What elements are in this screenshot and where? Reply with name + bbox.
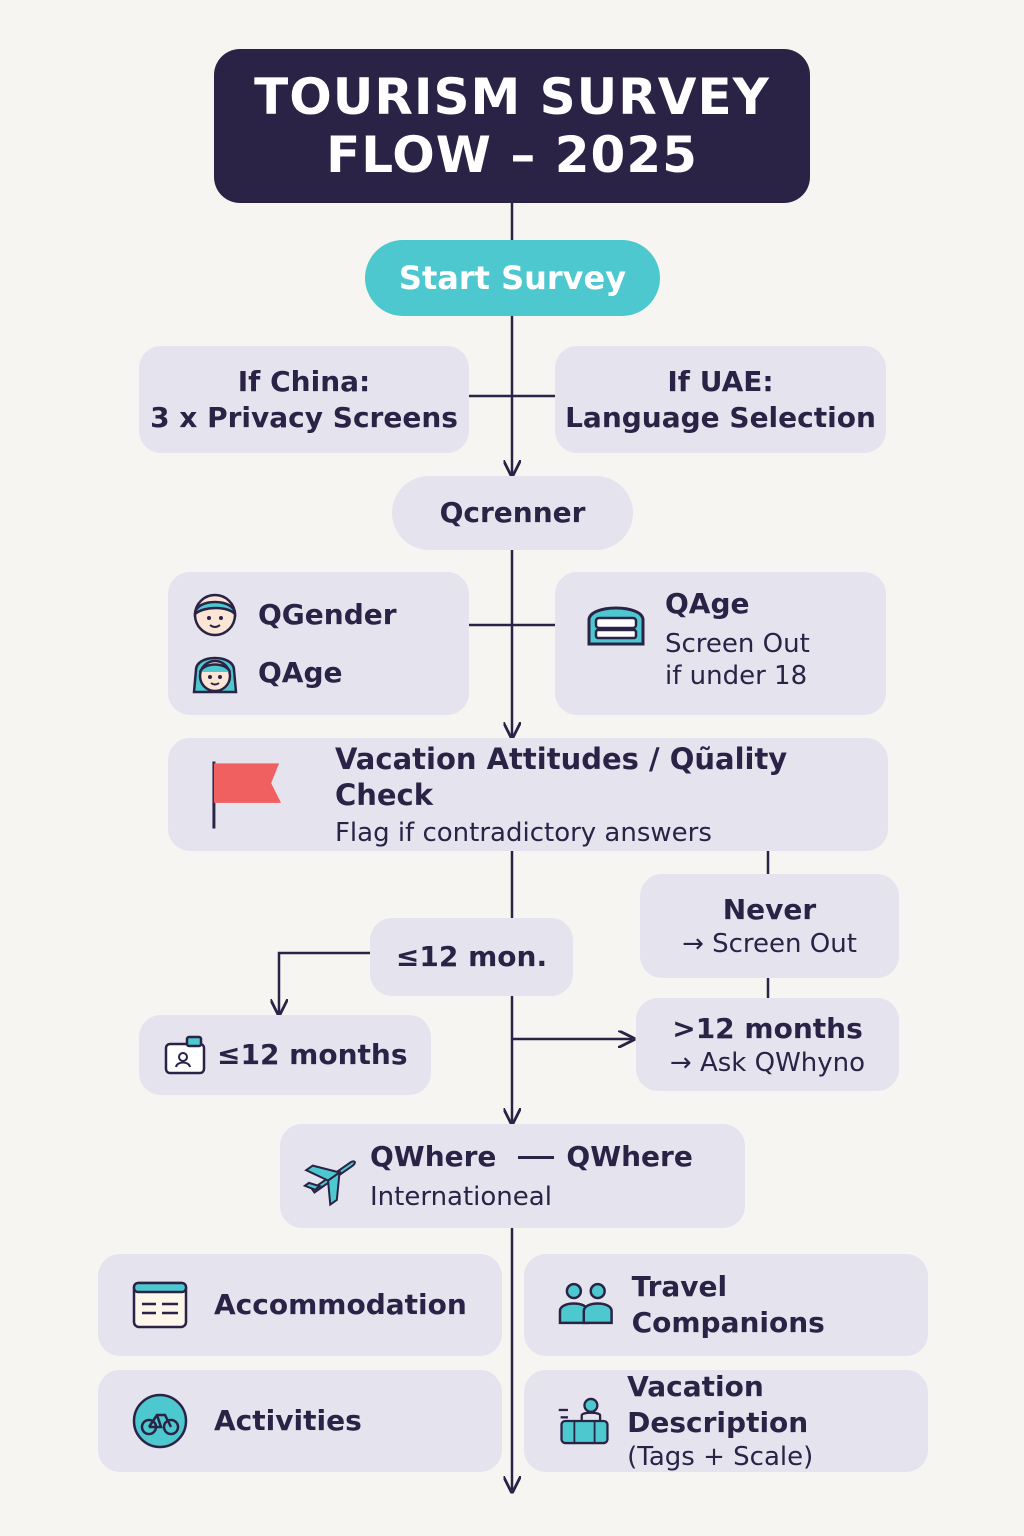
group-icon [558,1282,613,1325]
age-label: QAge [258,655,343,689]
china-line-1: If China: [237,364,371,398]
activities-label: Activities [214,1404,362,1437]
le12-months-label: ≤12 months [217,1038,408,1071]
airplane-icon [302,1160,356,1207]
gender-label: QGender [258,597,397,631]
le12-months-node: ≤12 months [139,1015,431,1095]
where-left-label: QWhere [370,1140,497,1173]
flag-icon [212,760,282,829]
age-screen-line-1: Screen Out [665,629,810,659]
china-line-2: 3 x Privacy Screens [150,400,458,434]
quality-check-node: Vacation Attitudes / Qũality Check Flag … [168,738,888,851]
quality-subtitle: Flag if contradictory answers [334,817,712,848]
gt12-title: >12 months [672,1011,863,1045]
china-node: If China: 3 x Privacy Screens [139,346,469,453]
activities-node: Activities [98,1370,502,1472]
where-node: QWhere QWhere Internationeal [280,1124,745,1228]
where-right-label: QWhere [566,1140,693,1173]
person-icon [192,656,238,693]
never-title: Never [722,893,817,926]
demographics-node: QGender QAge [168,572,469,715]
companions-label: Travel Companions [631,1270,825,1339]
hotel-card-icon [132,1281,188,1329]
le12-mon-node: ≤12 mon. [370,918,573,996]
age-screen-node: QAge Screen Out if under 18 [555,572,886,715]
accommodation-node: Accommodation [98,1254,502,1356]
vacation-description-sub: (Tags + Scale) [627,1442,814,1472]
luggage-icon [558,1397,609,1445]
title-box: TOURISM SURVEY FLOW – 2025 [214,49,810,203]
quality-title: Vacation Attitudes / Qũality Check [334,741,788,812]
dash-separator [518,1155,555,1159]
gt12-action: → Ask QWhyno [669,1047,866,1078]
age-screen-text: QAge Screen Out if under 18 [665,586,810,692]
bed-icon [587,606,645,646]
bicycle-icon [132,1393,188,1449]
age-row: QAge [190,644,343,702]
age-screen-title: QAge [665,587,750,620]
quality-text: Vacation Attitudes / Qũality Check Flag … [335,741,888,849]
gt12-months-node: >12 months → Ask QWhyno [636,998,899,1091]
branch-arrow [279,951,370,1013]
vacation-description-text: Vacation Description (Tags + Scale) [627,1369,928,1473]
vacation-description-title: Vacation Description [627,1370,809,1439]
le12-mon-label: ≤12 mon. [395,940,548,973]
never-action: → Screen Out [682,929,857,959]
gender-row: QGender [190,586,397,644]
start-label: Start Survey [398,259,627,297]
uae-line-2: Language Selection [565,400,876,434]
accommodation-label: Accommodation [214,1288,467,1321]
screener-label: Qcrenner [439,496,586,529]
id-card-icon [164,1035,206,1075]
title-line-1: TOURISM SURVEY [254,68,770,126]
travel-companions-node: Travel Companions [524,1254,928,1356]
title-line-2: FLOW – 2025 [326,126,698,184]
where-sub-label: Internationeal [370,1182,552,1212]
vacation-description-node: Vacation Description (Tags + Scale) [524,1370,928,1472]
start-survey-node: Start Survey [365,240,660,316]
never-node: Never → Screen Out [640,874,899,978]
screener-node: Qcrenner [392,476,633,550]
uae-line-1: If UAE: [667,364,774,398]
uae-node: If UAE: Language Selection [555,346,886,453]
flow-diagram: TOURISM SURVEY FLOW – 2025 Start Survey … [0,0,1024,1536]
age-screen-line-2: if under 18 [665,661,808,691]
person-icon [193,593,237,636]
where-text: QWhere QWhere Internationeal [370,1139,693,1213]
